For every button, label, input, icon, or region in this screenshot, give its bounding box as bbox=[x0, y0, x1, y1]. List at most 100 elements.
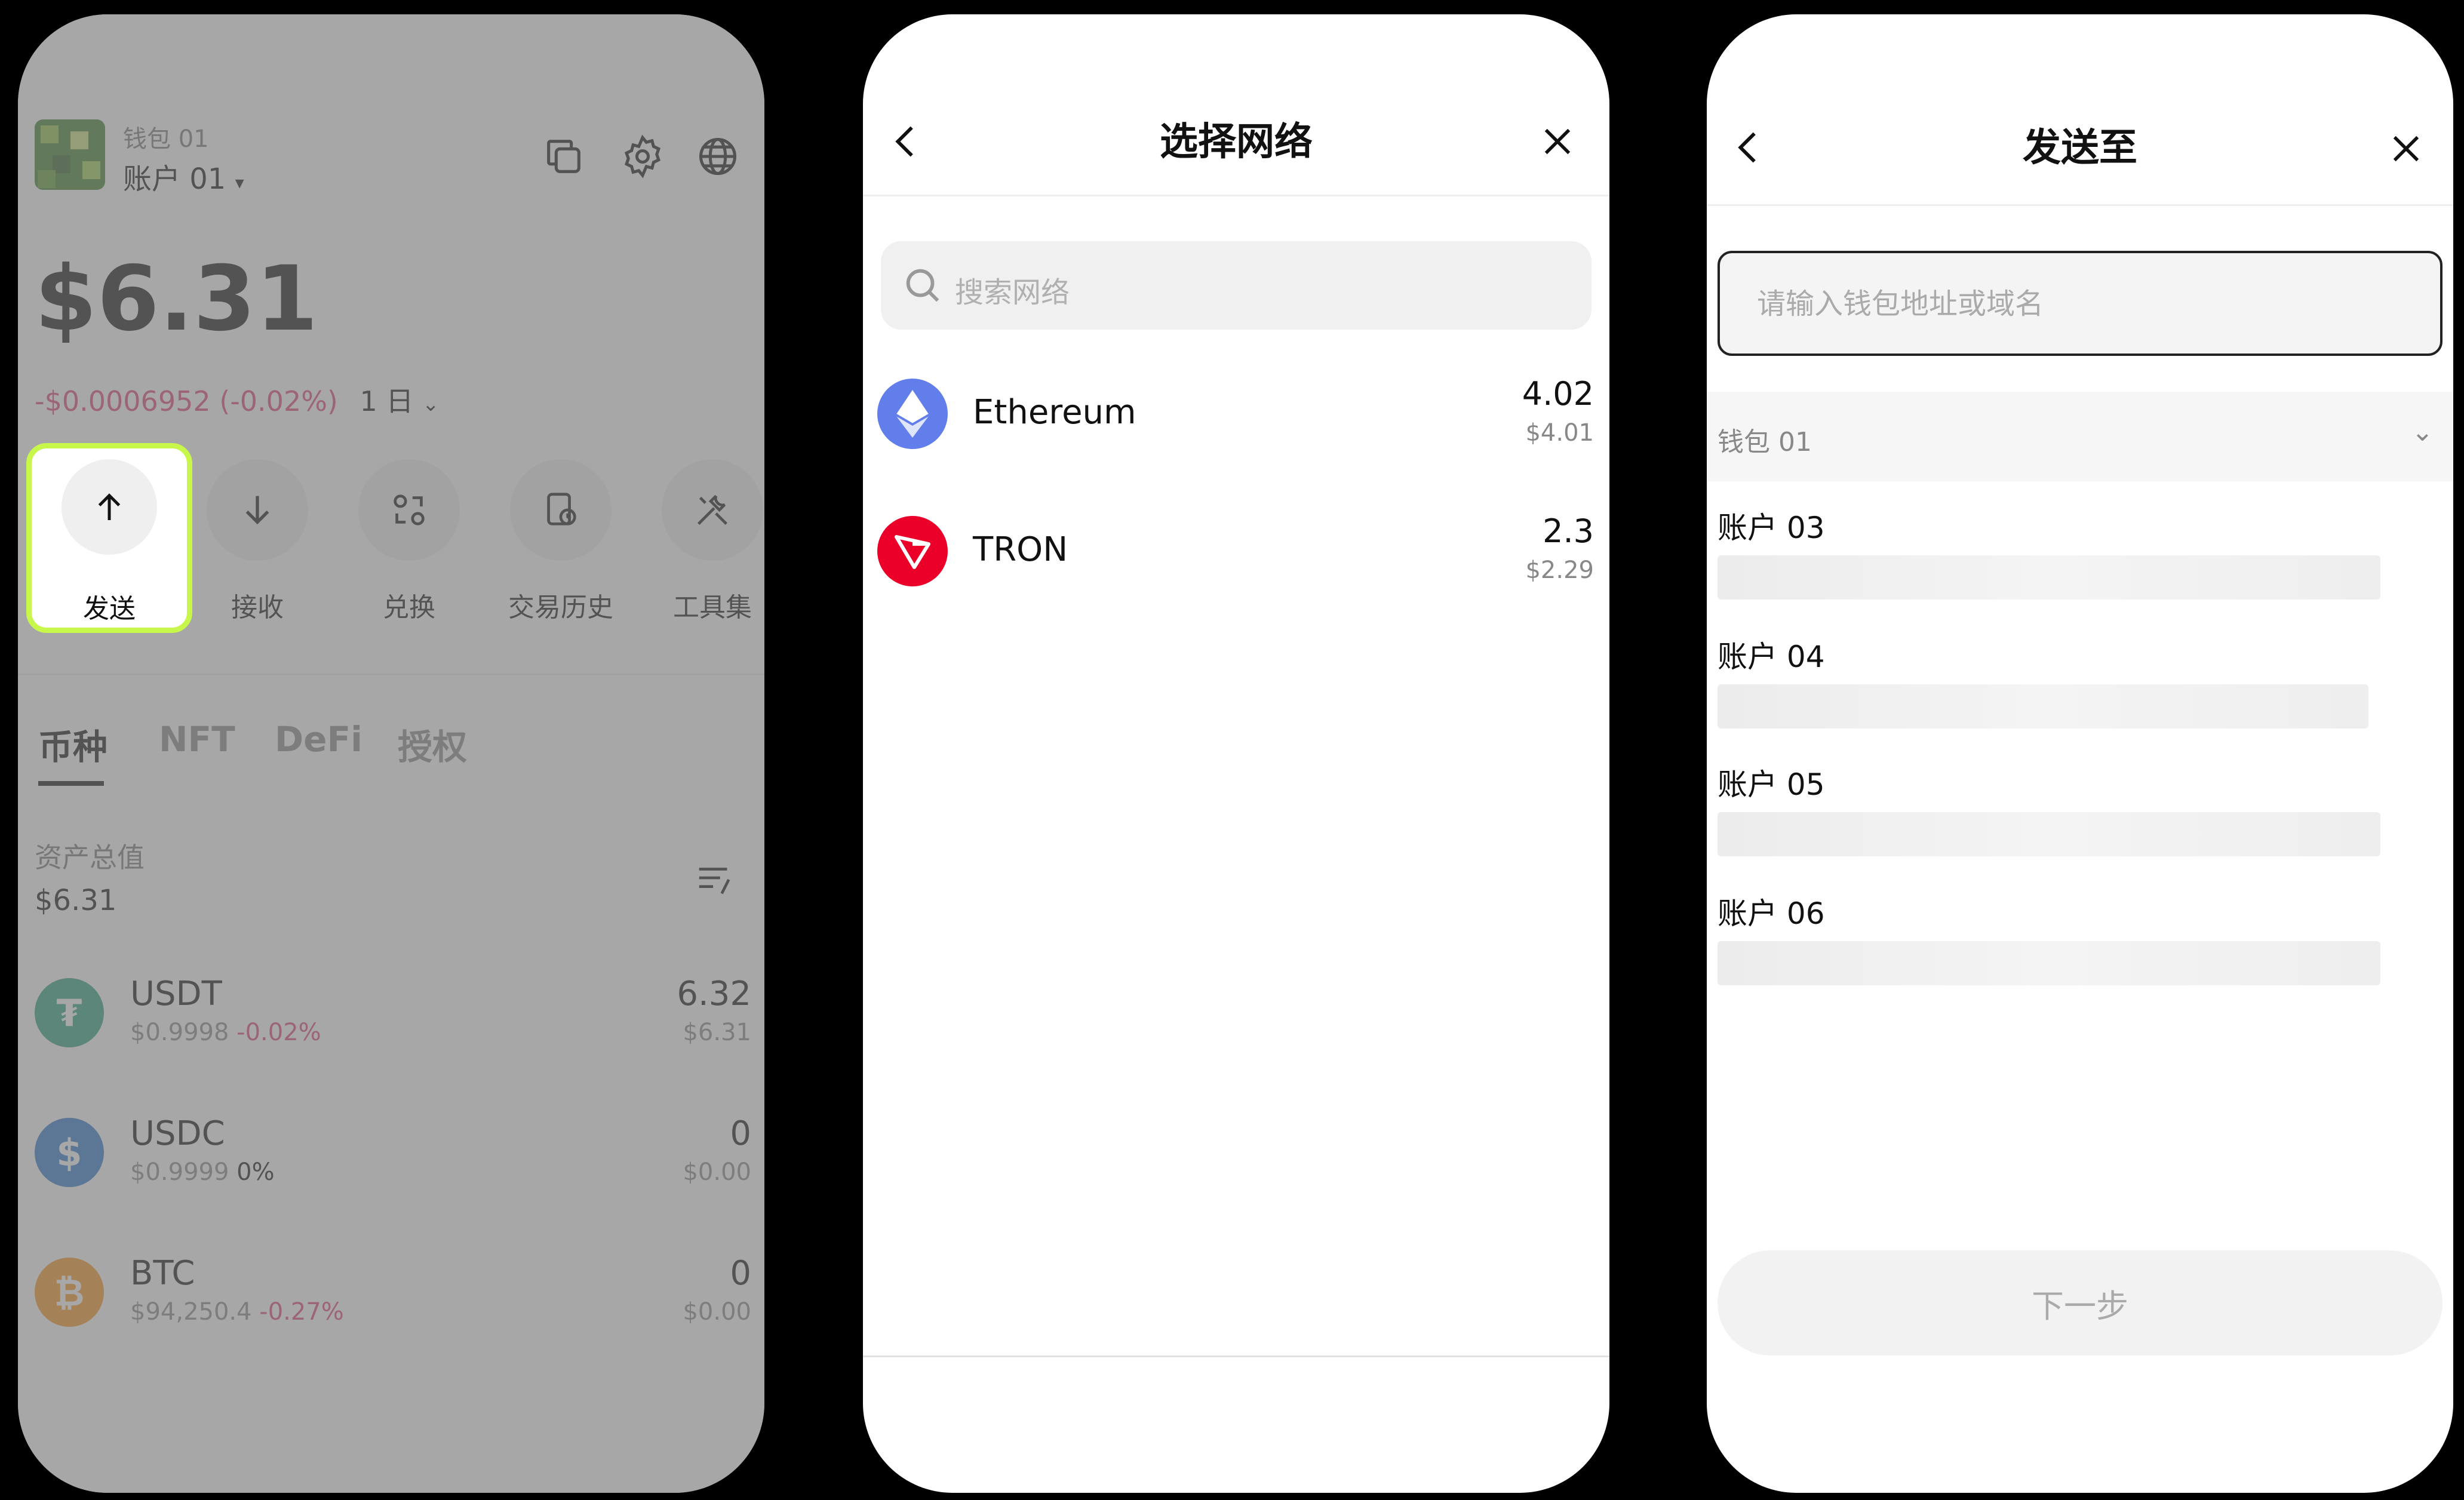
token-row-btc[interactable]: ₿ BTC $94,250.4 -0.27% 0 $0.00 bbox=[35, 1254, 751, 1341]
token-usd-value: $6.31 bbox=[683, 1019, 751, 1046]
tools-icon bbox=[662, 459, 763, 561]
token-row-usdt[interactable]: ₮ USDT $0.9998 -0.02% 6.32 $6.31 bbox=[35, 975, 751, 1062]
total-assets-value: $6.31 bbox=[35, 884, 117, 917]
blurred-address bbox=[1718, 555, 2380, 600]
account-name: 账户 06 bbox=[1718, 896, 1825, 931]
wallet-name: 钱包 01 bbox=[123, 125, 209, 153]
account-item[interactable]: 账户 04 bbox=[1718, 633, 2434, 729]
page-title: 选择网络 bbox=[1160, 120, 1313, 164]
account-name: 账户 01 bbox=[123, 162, 226, 196]
token-symbol: BTC bbox=[130, 1254, 195, 1293]
history-action[interactable]: 交易历史 bbox=[504, 459, 617, 624]
swap-label: 兑换 bbox=[383, 592, 435, 623]
close-icon[interactable] bbox=[2386, 129, 2426, 168]
account-name: 账户 05 bbox=[1718, 767, 1825, 802]
ethereum-logo-icon bbox=[877, 379, 948, 449]
tools-action[interactable]: 工具集 bbox=[656, 459, 764, 624]
tab-nft[interactable]: NFT bbox=[159, 719, 235, 760]
total-balance: $6.31 bbox=[35, 247, 318, 351]
section-divider bbox=[18, 674, 764, 675]
select-network-screen: 选择网络 搜索网络 Ethereum 4.02 $4.01 TRON 2.3 $… bbox=[863, 14, 1609, 1493]
history-icon bbox=[510, 459, 612, 561]
network-amount: 4.02 bbox=[1522, 375, 1594, 413]
receive-label: 接收 bbox=[231, 592, 284, 623]
token-amount: 0 bbox=[730, 1254, 751, 1293]
tab-approvals[interactable]: 授权 bbox=[398, 719, 467, 769]
header-divider bbox=[1707, 204, 2453, 206]
tron-logo-icon bbox=[877, 516, 948, 586]
blurred-address bbox=[1718, 941, 2380, 985]
token-change: 0% bbox=[236, 1158, 275, 1186]
usdt-logo-icon: ₮ bbox=[35, 978, 104, 1047]
token-price: $0.9999 bbox=[130, 1158, 229, 1186]
search-icon bbox=[901, 264, 943, 306]
address-input[interactable] bbox=[1756, 253, 2415, 355]
network-amount: 2.3 bbox=[1543, 512, 1594, 550]
chevron-down-icon: ⌄ bbox=[2411, 417, 2434, 447]
token-symbol: USDC bbox=[130, 1114, 225, 1153]
token-usd-value: $0.00 bbox=[683, 1298, 751, 1326]
copy-icon[interactable] bbox=[541, 134, 586, 179]
close-icon[interactable] bbox=[1538, 122, 1577, 161]
token-price-line: $94,250.4 -0.27% bbox=[130, 1298, 344, 1326]
history-label: 交易历史 bbox=[508, 592, 613, 623]
token-amount: 0 bbox=[730, 1114, 751, 1153]
account-item[interactable]: 账户 03 bbox=[1718, 504, 2434, 600]
network-usd-value: $2.29 bbox=[1525, 557, 1594, 584]
search-placeholder: 搜索网络 bbox=[955, 276, 1070, 309]
wallet-group-name: 钱包 01 bbox=[1718, 427, 1812, 457]
swap-action[interactable]: 兑换 bbox=[352, 459, 466, 624]
btc-logo-icon: ₿ bbox=[35, 1258, 104, 1327]
sort-filter-icon[interactable] bbox=[694, 859, 736, 900]
tools-label: 工具集 bbox=[673, 592, 752, 623]
account-name: 账户 03 bbox=[1718, 511, 1825, 545]
network-usd-value: $4.01 bbox=[1525, 419, 1594, 447]
header-divider bbox=[863, 195, 1609, 196]
network-row-tron[interactable]: TRON 2.3 $2.29 bbox=[877, 512, 1594, 594]
token-price: $94,250.4 bbox=[130, 1298, 252, 1326]
send-label: 发送 bbox=[83, 594, 136, 624]
tab-active-indicator bbox=[38, 781, 104, 786]
blurred-address bbox=[1718, 684, 2368, 729]
caret-down-icon: ▾ bbox=[235, 173, 244, 193]
page-title: 发送至 bbox=[2023, 126, 2137, 170]
globe-icon[interactable] bbox=[695, 134, 741, 179]
token-amount: 6.32 bbox=[677, 975, 751, 1013]
balance-change: -$0.0006952 (-0.02%) bbox=[35, 385, 338, 417]
wallet-home-screen: 钱包 01 账户 01 ▾ $6.31 -$0.0006952 (-0.02%)… bbox=[18, 14, 764, 1493]
network-row-ethereum[interactable]: Ethereum 4.02 $4.01 bbox=[877, 375, 1594, 456]
receive-action[interactable]: 接收 bbox=[201, 459, 314, 624]
network-name: Ethereum bbox=[973, 393, 1136, 432]
token-change: -0.27% bbox=[259, 1298, 344, 1326]
send-to-screen: 发送至 钱包 01 ⌄ 账户 03 账户 04 账户 05 账户 06 下一步 bbox=[1707, 14, 2453, 1493]
token-symbol: USDT bbox=[130, 975, 222, 1013]
period-label: 1 日 bbox=[360, 385, 414, 417]
usdc-logo-icon: $ bbox=[35, 1118, 104, 1187]
wallet-group-header[interactable]: 钱包 01 ⌄ bbox=[1707, 392, 2453, 481]
blurred-address bbox=[1718, 812, 2380, 856]
account-selector[interactable]: 账户 01 ▾ bbox=[123, 155, 244, 197]
token-change: -0.02% bbox=[236, 1019, 321, 1046]
send-button-highlighted[interactable]: 发送 bbox=[26, 443, 192, 633]
tab-tokens[interactable]: 币种 bbox=[38, 719, 107, 769]
network-search-bar[interactable]: 搜索网络 bbox=[881, 241, 1592, 330]
address-field[interactable] bbox=[1718, 251, 2443, 356]
chevron-down-icon: ⌄ bbox=[422, 392, 440, 416]
swap-icon bbox=[358, 459, 460, 561]
next-button[interactable]: 下一步 bbox=[1718, 1250, 2443, 1355]
token-price-line: $0.9999 0% bbox=[130, 1158, 275, 1186]
total-assets-label: 资产总值 bbox=[35, 841, 145, 874]
settings-gear-icon[interactable] bbox=[620, 134, 665, 179]
bottom-divider bbox=[863, 1355, 1609, 1357]
token-price-line: $0.9998 -0.02% bbox=[130, 1019, 321, 1046]
token-price: $0.9998 bbox=[130, 1019, 229, 1046]
network-name: TRON bbox=[973, 530, 1068, 569]
token-usd-value: $0.00 bbox=[683, 1158, 751, 1186]
account-item[interactable]: 账户 06 bbox=[1718, 890, 2434, 985]
tab-defi[interactable]: DeFi bbox=[275, 719, 362, 760]
token-row-usdc[interactable]: $ USDC $0.9999 0% 0 $0.00 bbox=[35, 1114, 751, 1201]
arrow-up-icon bbox=[62, 459, 157, 555]
account-item[interactable]: 账户 05 bbox=[1718, 761, 2434, 856]
wallet-avatar[interactable] bbox=[35, 119, 105, 190]
period-selector[interactable]: 1 日 ⌄ bbox=[360, 385, 440, 417]
